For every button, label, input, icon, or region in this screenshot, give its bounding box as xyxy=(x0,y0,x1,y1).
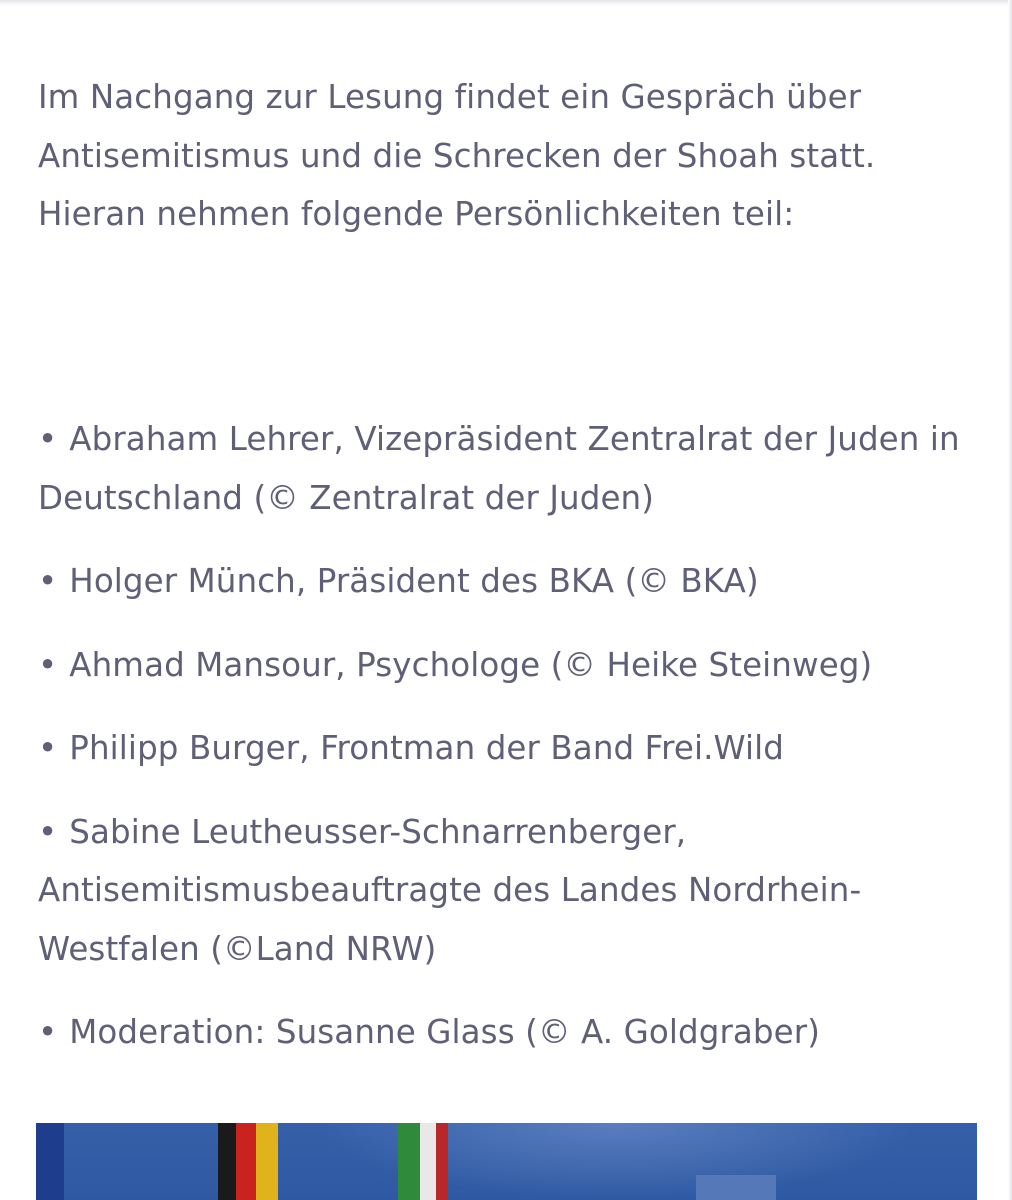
nrw-flag-red-stripe xyxy=(436,1123,448,1200)
top-edge-shadow xyxy=(0,0,1012,6)
list-item: • Abraham Lehrer, Vizepräsident Zentralra… xyxy=(38,410,988,527)
german-flag-black-stripe xyxy=(218,1123,236,1200)
participant-text: Moderation: Susanne Glass (© A. Goldgrab… xyxy=(69,1013,821,1051)
eu-flag-image xyxy=(36,1123,64,1200)
german-flag-red-stripe xyxy=(236,1123,256,1200)
bullet-icon: • xyxy=(38,420,58,458)
participant-text: Philipp Burger, Frontman der Band Frei.W… xyxy=(69,729,785,767)
participant-text: Sabine Leutheusser-Schnarrenberger, Anti… xyxy=(38,812,862,968)
nrw-flag-green-stripe xyxy=(398,1123,420,1200)
participant-text: Abraham Lehrer, Vizepräsident Zentralrat… xyxy=(38,420,960,517)
list-item: • Sabine Leutheusser-Schnarrenberger, Ant… xyxy=(38,803,988,979)
bullet-icon: • xyxy=(38,1013,58,1051)
list-item: • Moderation: Susanne Glass (© A. Goldgra… xyxy=(38,1003,988,1062)
article-body: Im Nachgang zur Lesung findet ein Gesprä… xyxy=(38,68,988,1051)
right-edge-shadow xyxy=(1008,0,1012,1200)
german-flag-gold-stripe xyxy=(256,1123,278,1200)
bullet-icon: • xyxy=(38,729,58,767)
participant-text: Holger Münch, Präsident des BKA (© BKA) xyxy=(69,562,759,600)
list-item: • Holger Münch, Präsident des BKA (© BKA) xyxy=(38,552,988,611)
intro-paragraph: Im Nachgang zur Lesung findet ein Gesprä… xyxy=(38,78,876,233)
list-item: • Ahmad Mansour, Psychologe (© Heike Stei… xyxy=(38,636,988,695)
participant-text: Ahmad Mansour, Psychologe (© Heike Stein… xyxy=(69,645,873,684)
participant-list: • Abraham Lehrer, Vizepräsident Zentralra… xyxy=(38,410,988,1087)
podium-image xyxy=(696,1175,776,1200)
bullet-icon: • xyxy=(38,645,58,684)
nrw-flag-white-stripe xyxy=(420,1123,436,1200)
bullet-icon: • xyxy=(38,812,58,851)
article-photo xyxy=(36,1123,977,1200)
list-item: • Philipp Burger, Frontman der Band Frei.… xyxy=(38,719,988,778)
bullet-icon: • xyxy=(38,562,58,600)
